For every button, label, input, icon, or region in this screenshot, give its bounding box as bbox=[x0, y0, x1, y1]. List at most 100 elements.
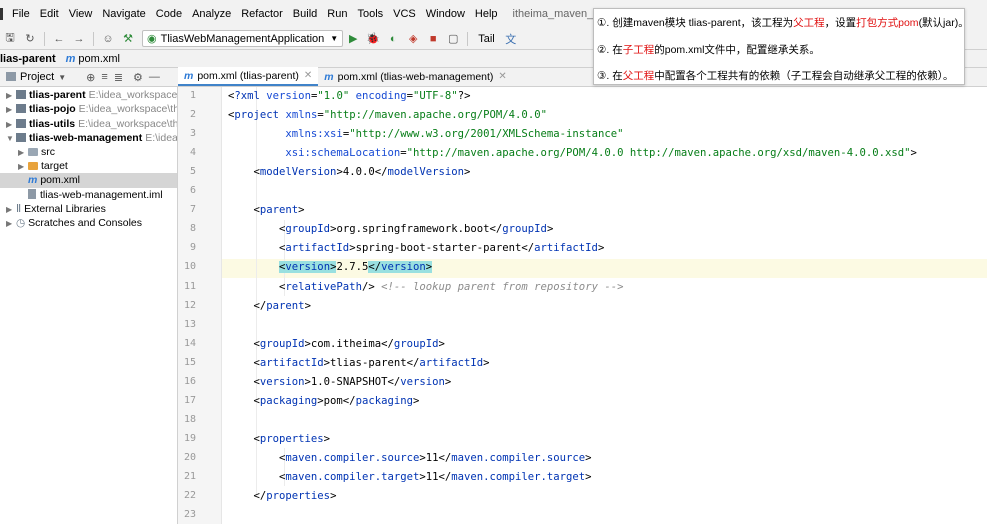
tree-item-target[interactable]: ▶ target bbox=[0, 159, 177, 173]
sync-icon[interactable]: ↻ bbox=[21, 31, 39, 47]
tree-path: E:\idea_workspace\ithe bbox=[88, 89, 178, 102]
menu-vcs[interactable]: VCS bbox=[388, 8, 421, 20]
instruction-step-2: ②. 在子工程的pom.xml文件中，配置继承关系。 bbox=[597, 42, 820, 57]
tree-label: tlias-pojo bbox=[29, 103, 76, 116]
tail-button[interactable]: Tail bbox=[478, 33, 495, 45]
forward-icon[interactable]: → bbox=[70, 31, 88, 47]
debug-icon[interactable]: 🐞 bbox=[364, 31, 382, 47]
expand-arrow-icon[interactable]: ▶ bbox=[6, 89, 16, 103]
tree-item-tlias-utils[interactable]: ▶ tlias-utilsE:\idea_workspace\theim bbox=[0, 117, 177, 131]
more-icon[interactable]: ▢ bbox=[444, 31, 462, 47]
expand-arrow-icon[interactable]: ▶ bbox=[18, 146, 28, 160]
app-edge bbox=[0, 8, 3, 20]
menu-analyze[interactable]: Analyze bbox=[187, 8, 236, 20]
step-text: ③. 在 bbox=[597, 70, 623, 82]
code-line: <version>2.7.5</version> bbox=[279, 261, 433, 274]
expand-arrow-icon[interactable]: ▶ bbox=[6, 103, 16, 117]
tree-label: tlias-utils bbox=[29, 117, 76, 130]
library-icon: Ⅱ bbox=[16, 202, 22, 215]
menu-file[interactable]: File bbox=[7, 8, 35, 20]
expand-arrow-icon[interactable]: ▶ bbox=[6, 118, 16, 132]
step-highlight: 打包方式pom bbox=[856, 17, 919, 29]
tree-label: tlias-parent bbox=[29, 89, 86, 102]
expand-arrow-icon[interactable]: ▶ bbox=[6, 217, 16, 231]
code-line: <relativePath/> <!-- lookup parent from … bbox=[228, 280, 624, 293]
breadcrumb-project[interactable]: lias-parent bbox=[0, 53, 56, 65]
expand-arrow-icon[interactable]: ▶ bbox=[18, 160, 28, 174]
tree-item-pom-xml[interactable]: m pom.xml bbox=[0, 173, 177, 188]
module-folder-icon bbox=[16, 132, 26, 142]
menu-window[interactable]: Window bbox=[421, 8, 470, 20]
instruction-step-1: ①. 创建maven模块 tlias-parent，该工程为父工程，设置打包方式… bbox=[597, 15, 969, 30]
save-icon[interactable]: 🖫 bbox=[1, 31, 19, 47]
menu-run[interactable]: Run bbox=[322, 8, 352, 20]
step-text: (默认jar)。 bbox=[918, 17, 969, 29]
toolbar-separator bbox=[44, 31, 45, 46]
code-editor[interactable]: <?xml version="1.0" encoding="UTF-8"?> <p… bbox=[222, 87, 987, 524]
step-highlight: 父工程 bbox=[793, 17, 825, 29]
step-text: ，设置 bbox=[824, 17, 857, 29]
tab-label: pom.xml (tlias-web-management) bbox=[337, 70, 494, 83]
chevron-down-icon: ▼ bbox=[330, 34, 339, 43]
run-icon[interactable]: ▶ bbox=[344, 31, 362, 47]
tab-label: pom.xml (tlias-parent) bbox=[197, 69, 299, 82]
line-number: 1 bbox=[189, 90, 196, 101]
code-line: <modelVersion>4.0.0</modelVersion> bbox=[228, 166, 471, 179]
profile-icon[interactable]: ◈ bbox=[404, 31, 422, 47]
gear-icon[interactable]: ⚙ bbox=[133, 71, 143, 84]
project-view-icon bbox=[6, 72, 16, 81]
folder-icon bbox=[28, 147, 38, 156]
minimize-icon[interactable]: — bbox=[149, 71, 160, 83]
translate-icon[interactable]: 文 bbox=[502, 31, 520, 47]
maven-file-icon: m bbox=[28, 174, 38, 187]
tree-item-iml[interactable]: tlias-web-management.iml bbox=[0, 188, 177, 202]
chevron-down-icon[interactable]: ▼ bbox=[58, 73, 66, 82]
user-icon[interactable]: ☺ bbox=[99, 31, 117, 47]
tree-label: target bbox=[41, 160, 68, 173]
menu-tools[interactable]: Tools bbox=[352, 8, 388, 20]
toolbar-separator bbox=[93, 31, 94, 46]
tree-item-tlias-web-management[interactable]: ▼ tlias-web-managementE:\idea_wo bbox=[0, 131, 177, 145]
instruction-popup: ①. 创建maven模块 tlias-parent，该工程为父工程，设置打包方式… bbox=[593, 8, 969, 85]
back-icon[interactable]: ← bbox=[50, 31, 68, 47]
menu-build[interactable]: Build bbox=[288, 8, 322, 20]
tree-item-src[interactable]: ▶ src bbox=[0, 145, 177, 159]
code-line: <?xml version="1.0" encoding="UTF-8"?> bbox=[228, 90, 471, 102]
collapse-all-icon[interactable]: ≣ bbox=[114, 71, 123, 84]
tab-pom-parent[interactable]: m pom.xml (tlias-parent) ✕ bbox=[178, 67, 319, 86]
maven-file-icon: m bbox=[65, 52, 76, 65]
scratch-icon: ◷ bbox=[16, 216, 26, 229]
tree-label: tlias-web-management bbox=[29, 131, 143, 144]
menu-edit[interactable]: Edit bbox=[35, 8, 64, 20]
tree-item-scratches[interactable]: ▶ ◷ Scratches and Consoles bbox=[0, 216, 177, 230]
project-tree: ▶tlias-parentE:\idea_workspace\ithe ▶tli… bbox=[0, 87, 178, 524]
menu-navigate[interactable]: Navigate bbox=[97, 8, 150, 20]
stop-icon[interactable]: ■ bbox=[424, 31, 442, 47]
run-config-label: TliasWebManagementApplication bbox=[160, 32, 325, 45]
code-line: <packaging>pom</packaging> bbox=[228, 394, 420, 407]
tree-item-tlias-pojo[interactable]: ▶ tlias-pojoE:\idea_workspace\theim bbox=[0, 102, 177, 116]
maven-file-icon: m bbox=[184, 69, 194, 82]
expand-arrow-icon[interactable]: ▶ bbox=[6, 203, 16, 217]
menu-refactor[interactable]: Refactor bbox=[236, 8, 288, 20]
close-icon[interactable]: ✕ bbox=[498, 71, 506, 82]
run-config-select[interactable]: ◉ TliasWebManagementApplication ▼ bbox=[142, 30, 344, 47]
code-line: xmlns:xsi="http://www.w3.org/2001/XMLSch… bbox=[285, 128, 624, 141]
locate-icon[interactable]: ⊕ bbox=[86, 71, 95, 84]
code-line: <groupId>com.itheima</groupId> bbox=[228, 337, 445, 350]
breadcrumb-file[interactable]: pom.xml bbox=[78, 53, 120, 65]
tree-item-tlias-parent[interactable]: ▶ tlias-parentE:\idea_workspace\ithe bbox=[0, 88, 177, 102]
build-hammer-icon[interactable]: ⚒ bbox=[119, 31, 137, 47]
expand-all-icon[interactable]: ≡ bbox=[101, 71, 107, 83]
line-number: 11 bbox=[183, 280, 196, 292]
code-line: xsi:schemaLocation="http://maven.apache.… bbox=[285, 147, 917, 160]
tree-item-external-libraries[interactable]: ▶ Ⅱ External Libraries bbox=[0, 202, 177, 216]
menu-help[interactable]: Help bbox=[470, 8, 503, 20]
project-view-title[interactable]: Project bbox=[20, 71, 54, 83]
coverage-icon[interactable]: ◐ bbox=[384, 31, 402, 47]
menu-view[interactable]: View bbox=[64, 8, 98, 20]
tab-pom-web-management[interactable]: m pom.xml (tlias-web-management) ✕ bbox=[318, 67, 513, 86]
collapse-arrow-icon[interactable]: ▼ bbox=[6, 132, 16, 146]
close-icon[interactable]: ✕ bbox=[304, 70, 312, 81]
menu-code[interactable]: Code bbox=[151, 8, 187, 20]
